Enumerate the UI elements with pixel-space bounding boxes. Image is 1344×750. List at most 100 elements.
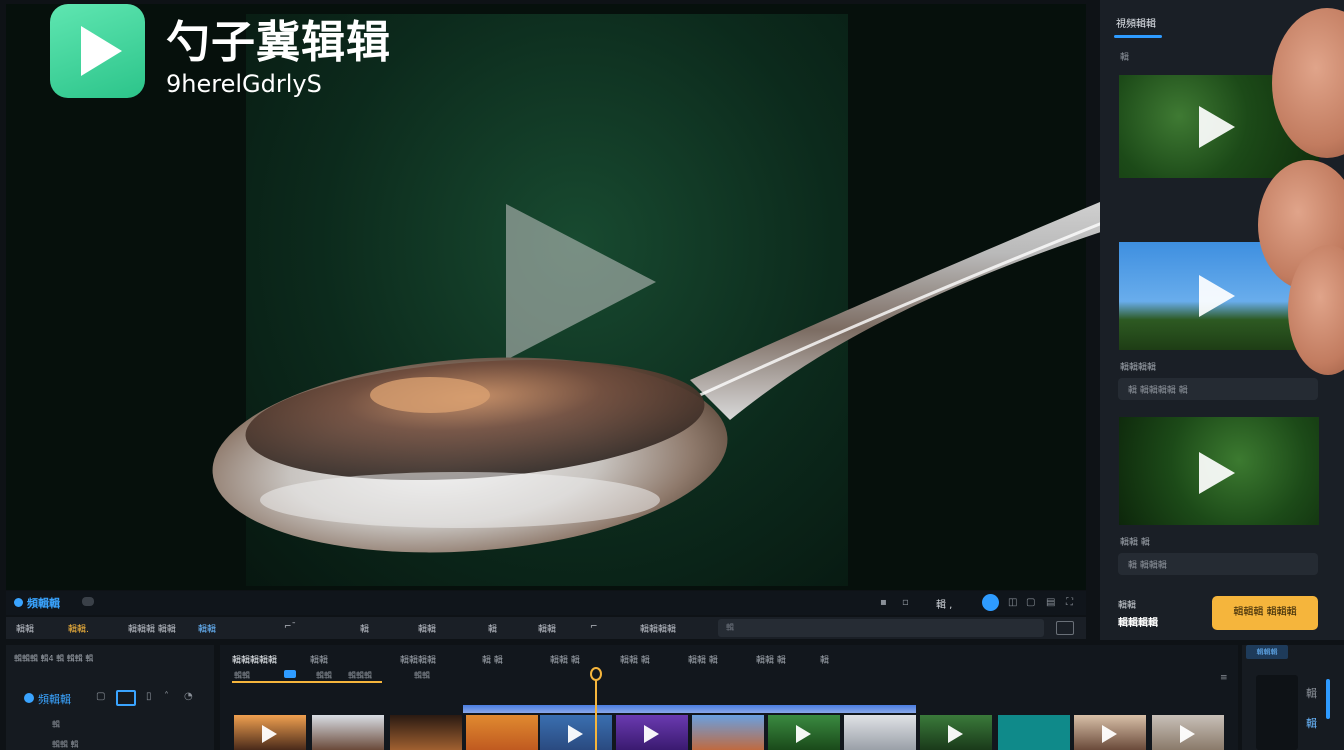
timeline-clip[interactable]	[692, 715, 764, 750]
tab-timeline[interactable]: 輯 輯	[482, 653, 503, 666]
playback-bar: 頻輯輯 ▪ ▫ 輯 , ◫ ▢ ▤ ⛶	[6, 591, 1086, 615]
dock-tag[interactable]: 輯輯輯	[1246, 645, 1288, 659]
toolbar-item[interactable]: 輯輯.	[68, 622, 89, 635]
crop-icon[interactable]: ▢	[1026, 597, 1035, 608]
settings-icon[interactable]: ▤	[1046, 597, 1055, 608]
side-dock: 輯輯輯 輯 輯	[1242, 645, 1344, 750]
toggle-switch[interactable]	[82, 597, 94, 606]
clip-name-field[interactable]: 輯 輯輯輯輯 輯	[1118, 378, 1318, 400]
timeline-clip[interactable]	[466, 715, 538, 750]
thumbnail-label: 輯輯輯輯	[1120, 363, 1157, 373]
chevron-up-icon[interactable]: ˄	[164, 691, 169, 702]
toolbar-item[interactable]: 輯	[360, 622, 369, 635]
dock-icon[interactable]: 輯	[1306, 685, 1317, 701]
toolbar-item[interactable]: 輯輯	[16, 622, 34, 635]
selected-tool-icon[interactable]	[116, 690, 136, 706]
volume-icon[interactable]: ▪	[880, 597, 887, 608]
app-logo	[50, 4, 145, 98]
tab-timeline[interactable]: 輯輯 輯	[550, 653, 580, 666]
menu-icon[interactable]: ≡	[1220, 673, 1228, 683]
clip-name-field[interactable]: 輯 輯輯輯	[1118, 553, 1318, 575]
brand-icon	[14, 598, 23, 607]
subtab-underline	[232, 681, 382, 683]
play-icon	[262, 725, 277, 743]
tool-icon[interactable]: ▯	[146, 691, 152, 702]
toolbar-item[interactable]: 輯輯輯 輯輯	[128, 622, 176, 635]
toolbar-item[interactable]: 輯輯輯輯	[640, 622, 676, 635]
output-label: 輯輯	[1118, 601, 1137, 611]
play-icon	[81, 26, 122, 76]
subtab[interactable]: 輯輯輯	[348, 670, 372, 681]
play-icon	[1180, 725, 1195, 743]
subtab[interactable]: 輯輯	[316, 670, 332, 681]
clock-icon[interactable]: ◔	[184, 691, 193, 702]
tab-timeline[interactable]: 輯輯 輯	[620, 653, 650, 666]
timeline-clip[interactable]	[844, 715, 916, 750]
output-value: 輯輯輯輯	[1118, 618, 1158, 629]
brand-icon	[24, 693, 34, 703]
tab-timeline[interactable]: 輯輯輯輯	[400, 653, 436, 666]
loop-icon[interactable]: ▫	[902, 597, 909, 608]
tab-timeline[interactable]: 輯輯 輯	[688, 653, 718, 666]
search-input[interactable]: 輯	[718, 619, 1044, 637]
timeline-clip[interactable]	[768, 715, 840, 750]
playhead[interactable]	[595, 675, 597, 750]
tab-media[interactable]: 視頻輯輯	[1116, 15, 1156, 30]
fullscreen-icon[interactable]: ⛶	[1066, 597, 1073, 608]
thumbnail-label: 輯輯 輯	[1120, 538, 1150, 548]
toolbar-item[interactable]: 輯輯	[538, 622, 556, 635]
timeline-clip[interactable]	[1074, 715, 1146, 750]
asset-panel: 輯輯輯 輯4 輯 輯輯 輯 頻輯輯 ▢ ▯ ˄ ◔ 輯 輯輯 輯	[6, 645, 214, 750]
edit-toolbar: 輯輯 輯輯. 輯輯輯 輯輯 輯輯 ⌐ˉ 輯 輯輯 輯 輯輯 ⌐ 輯輯輯輯 輯	[6, 617, 1086, 639]
asset-label: 輯	[52, 720, 60, 729]
timeline-clip[interactable]	[390, 715, 462, 750]
play-icon	[1102, 725, 1117, 743]
app-subtitle: 9herelGdrlyS	[166, 70, 322, 98]
tab-timeline[interactable]: 輯	[820, 653, 829, 666]
timeline-clip[interactable]	[234, 715, 306, 750]
selected-clip-range[interactable]	[463, 705, 916, 713]
timeline-clip[interactable]	[920, 715, 992, 750]
folder-icon[interactable]: ▢	[96, 691, 105, 702]
panel-caption: 輯	[1120, 53, 1130, 63]
toolbar-item[interactable]: 輯輯	[418, 622, 436, 635]
subtab[interactable]: 輯輯	[414, 670, 430, 681]
timeline-clip[interactable]	[312, 715, 384, 750]
layout-icon[interactable]	[1056, 621, 1074, 635]
play-icon	[948, 725, 963, 743]
play-icon	[1199, 275, 1235, 317]
play-icon	[1199, 106, 1235, 148]
timeline-clip[interactable]	[1152, 715, 1224, 750]
dock-icon[interactable]: 輯	[1306, 715, 1317, 731]
snapshot-icon[interactable]: ◫	[1008, 597, 1017, 608]
scrollbar[interactable]	[1326, 679, 1330, 719]
tab-underline	[1114, 35, 1162, 38]
timeline-clip[interactable]	[616, 715, 688, 750]
toolbar-item[interactable]: 輯輯	[198, 622, 216, 635]
subtab[interactable]: 輯輯	[234, 670, 250, 681]
tab-timeline[interactable]: 輯輯	[310, 653, 328, 666]
play-button[interactable]	[982, 594, 999, 611]
media-thumbnail[interactable]	[1119, 417, 1319, 525]
play-icon	[568, 725, 583, 743]
brand-label: 頻輯輯	[14, 595, 60, 611]
toolbar-item[interactable]: 輯	[488, 622, 497, 635]
tab-timeline[interactable]: 輯輯輯輯輯	[232, 653, 277, 666]
tab-timeline[interactable]: 輯輯 輯	[756, 653, 786, 666]
timeline-clip[interactable]	[540, 715, 612, 750]
subtab-active-chip[interactable]	[284, 670, 296, 678]
play-icon	[1199, 452, 1235, 494]
playhead-handle[interactable]	[590, 667, 602, 681]
asset-label: 輯輯 輯	[52, 740, 79, 749]
timeline[interactable]: 輯輯輯輯輯 輯輯 輯輯輯輯 輯 輯 輯輯 輯 輯輯 輯 輯輯 輯 輯輯 輯 輯 …	[220, 645, 1238, 750]
toolbar-item[interactable]: ⌐ˉ	[284, 622, 296, 632]
dock-slot	[1256, 675, 1298, 750]
export-button[interactable]: 輯輯輯 輯輯輯	[1212, 596, 1318, 630]
asset-panel-header: 輯輯輯 輯4 輯 輯輯 輯	[14, 654, 94, 663]
timeline-clip[interactable]	[998, 715, 1070, 750]
toolbar-item[interactable]: ⌐	[590, 622, 598, 632]
brand-label[interactable]: 頻輯輯	[24, 691, 71, 707]
play-icon	[796, 725, 811, 743]
play-icon	[644, 725, 659, 743]
app-title: 勺子冀辑辑	[166, 17, 391, 68]
